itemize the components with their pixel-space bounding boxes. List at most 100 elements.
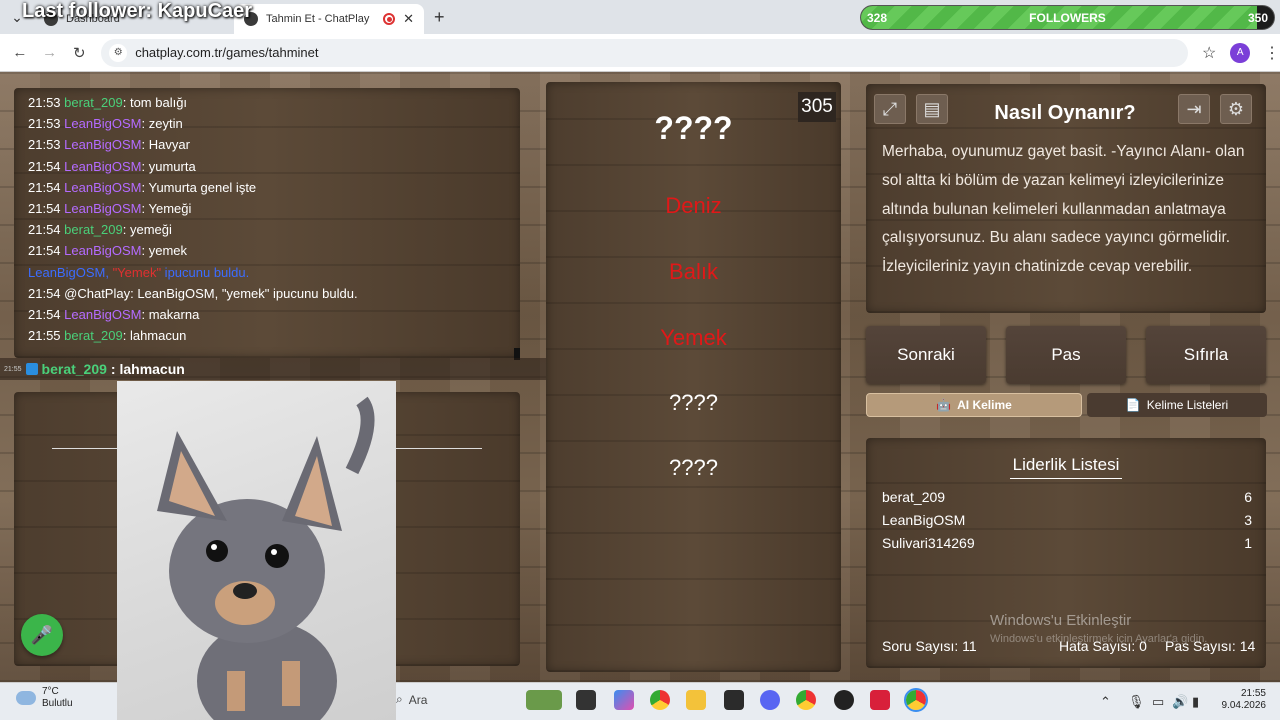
app-icon[interactable]	[870, 690, 890, 710]
next-button[interactable]: Sonraki	[866, 326, 986, 384]
tab-title: Tahmin Et - ChatPlay	[266, 13, 370, 25]
system-user: LeanBigOSM	[28, 264, 106, 280]
chat-text: : Yumurta genel işte	[141, 179, 257, 195]
chat-username[interactable]: LeanBigOSM	[64, 137, 141, 152]
reload-icon[interactable]: ↻	[71, 44, 87, 62]
exit-icon[interactable]: ⇥	[1178, 94, 1210, 124]
taskbar-clock[interactable]: 21:55 9.04.2026	[1212, 688, 1267, 712]
tab-ai-word[interactable]: 🤖 AI Kelime	[866, 393, 1082, 417]
chat-system-message: LeanBigOSM, "Yemek" ipucunu buldu.	[28, 264, 250, 280]
search-icon: ⌕	[396, 692, 403, 706]
volume-icon[interactable]: 🔊	[1172, 694, 1188, 710]
leader-name: Sulivari314269	[882, 535, 975, 551]
pass-button[interactable]: Pas	[1006, 326, 1126, 384]
weather-desc: Bulutlu	[42, 698, 73, 709]
word-panel	[546, 82, 841, 672]
chat-text: : zeytin	[141, 116, 183, 132]
overlay-chat-user: berat_209	[41, 361, 107, 377]
leaderboard-row: LeanBigOSM 3	[882, 512, 1252, 528]
profile-avatar[interactable]: A	[1230, 42, 1250, 63]
activation-watermark-sub: Windows'u etkinleştirmek için Ayarlar'a …	[990, 633, 1208, 645]
leaderboard-underline	[1010, 478, 1122, 479]
site-info-icon[interactable]: ⚙	[109, 43, 128, 62]
browser-tab-tahminet[interactable]: Tahmin Et - ChatPlay ✕	[234, 4, 424, 34]
chat-time: 21:55	[28, 328, 61, 344]
microphone-tray-icon[interactable]: 🎙	[1128, 694, 1145, 710]
reset-button[interactable]: Sıfırla	[1146, 326, 1266, 384]
menu-dots-icon[interactable]: ⋮	[1264, 43, 1280, 63]
obs-icon[interactable]	[834, 690, 854, 710]
chat-message: 21:54 LeanBigOSM: Yemeği	[28, 198, 506, 219]
chat-panel: 21:53 berat_209: tom balığı 21:53 LeanBig…	[14, 88, 520, 358]
robot-icon: 🤖	[936, 398, 952, 412]
back-icon[interactable]: ←	[12, 44, 28, 61]
chat-text: : yemek	[141, 243, 188, 259]
bookmark-star-icon[interactable]: ☆	[1202, 43, 1216, 63]
list-icon: 📄	[1125, 398, 1141, 412]
leader-score: 3	[1244, 512, 1252, 528]
task-view-icon[interactable]	[576, 690, 596, 710]
system-word: "Yemek"	[112, 264, 162, 280]
cloud-icon	[16, 691, 36, 705]
fullscreen-icon[interactable]: ⤢	[874, 94, 906, 124]
chat-username[interactable]: berat_209	[64, 222, 123, 237]
chat-time: 21:54	[28, 158, 61, 174]
clue-word-5: ????	[669, 455, 718, 480]
chat-time: 21:54	[28, 243, 61, 259]
chat-message: 21:53 LeanBigOSM: Havyar	[28, 134, 506, 155]
followers-goal-bar: 328 FOLLOWERS 350	[860, 5, 1275, 30]
chat-username[interactable]: LeanBigOSM	[64, 307, 141, 322]
leader-score: 1	[1244, 535, 1252, 551]
activation-watermark: Windows'u Etkinleştir	[990, 612, 1132, 629]
tray-chevron-icon[interactable]: ⌃	[1100, 694, 1111, 710]
battery-icon[interactable]: ▮	[1192, 694, 1199, 710]
howto-text: Merhaba, oyunumuz gayet basit. -Yayıncı …	[882, 143, 1245, 276]
leader-name: berat_209	[882, 489, 946, 505]
search-label: Ara	[408, 692, 428, 707]
clock-time: 21:55	[1240, 688, 1266, 699]
address-bar[interactable]: ⚙ chatplay.com.tr/games/tahminet	[101, 38, 1188, 67]
file-explorer-icon[interactable]	[686, 690, 706, 710]
network-icon[interactable]: ▭	[1152, 694, 1164, 710]
discord-icon[interactable]	[760, 690, 780, 710]
terminal-icon[interactable]	[724, 690, 744, 710]
system-rest: ipucunu buldu.	[161, 264, 250, 280]
forward-icon[interactable]: →	[42, 44, 58, 61]
chat-username[interactable]: LeanBigOSM	[64, 201, 141, 216]
close-tab-icon[interactable]: ✕	[403, 11, 414, 27]
chat-username[interactable]: LeanBigOSM	[64, 159, 141, 174]
chat-text: : yemeği	[122, 222, 172, 238]
weather-widget[interactable]: 7°C Bulutlu	[16, 686, 73, 710]
chat-message: 21:54 LeanBigOSM: yumurta	[28, 156, 506, 177]
tab-word-lists[interactable]: 📄 Kelime Listeleri	[1087, 393, 1267, 417]
chat-username[interactable]: LeanBigOSM	[64, 116, 141, 131]
chat-username[interactable]: LeanBigOSM	[64, 180, 141, 195]
widget-icon[interactable]	[526, 690, 562, 710]
clue-word-3: Yemek	[660, 325, 727, 350]
leaderboard-row: berat_209 6	[882, 489, 1252, 505]
chat-username[interactable]: LeanBigOSM	[64, 243, 141, 258]
chat-username[interactable]: berat_209	[64, 328, 123, 343]
chat-username[interactable]: berat_209	[64, 95, 123, 110]
chrome-active-icon[interactable]	[904, 688, 928, 712]
tab-ai-label: AI Kelime	[957, 398, 1012, 412]
clue-word-4: ????	[669, 390, 718, 415]
chat-text: : Yemeği	[141, 201, 192, 217]
chrome-icon[interactable]	[650, 690, 670, 710]
microphone-button[interactable]: 🎤	[21, 614, 63, 656]
new-tab-button[interactable]: +	[434, 7, 445, 28]
copilot-icon[interactable]	[614, 690, 634, 710]
taskbar-search[interactable]: ⌕ Ara	[396, 692, 427, 707]
chat-message: 21:55 berat_209: lahmacun	[28, 325, 506, 346]
chrome-profile-icon[interactable]	[796, 690, 816, 710]
weather-temp: 7°C	[42, 686, 59, 697]
clock-date: 9.04.2026	[1221, 700, 1267, 711]
chat-time: 21:53	[28, 137, 61, 153]
settings-icon[interactable]: ⚙	[1220, 94, 1252, 124]
chat-text: : lahmacun	[122, 328, 187, 344]
chat-time: 21:54	[28, 201, 61, 217]
document-icon[interactable]: ▤	[916, 94, 948, 124]
overlay-chat-time: 21:55	[4, 365, 22, 373]
followers-goal: 350	[1247, 11, 1268, 25]
chat-time: 21:53	[28, 95, 61, 110]
